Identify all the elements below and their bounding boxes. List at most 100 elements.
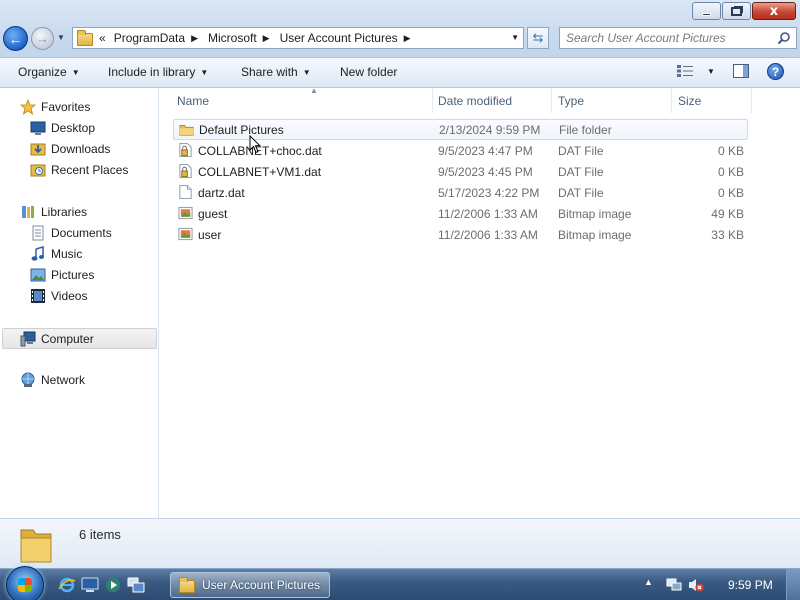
- change-view-button[interactable]: ▼: [677, 65, 715, 77]
- search-icon[interactable]: [777, 31, 791, 45]
- start-button[interactable]: [6, 566, 44, 600]
- chevron-right-icon[interactable]: ▶: [261, 33, 276, 44]
- organize-label: Organize: [18, 65, 67, 79]
- help-button[interactable]: ?: [767, 63, 784, 80]
- command-bar: Organize ▼ Include in library ▼ Share with…: [0, 58, 800, 88]
- minimize-button[interactable]: [692, 2, 721, 20]
- minimize-icon: [702, 12, 711, 16]
- show-desktop-button[interactable]: [786, 569, 800, 600]
- nav-videos[interactable]: Videos: [30, 288, 87, 304]
- star-icon: [20, 99, 36, 115]
- refresh-icon: ⇆: [532, 30, 544, 45]
- file-size: 0 KB: [717, 185, 744, 200]
- window-controls: x: [691, 2, 796, 20]
- bitmap-icon: [178, 206, 193, 220]
- nav-music-label: Music: [51, 247, 83, 261]
- file-row[interactable]: COLLABNET+VM1.dat 9/5/2023 4:45 PM DAT F…: [173, 161, 748, 182]
- recent-pages-dropdown-icon[interactable]: ▼: [57, 33, 65, 42]
- internet-explorer-icon[interactable]: [58, 577, 76, 593]
- nav-downloads-label: Downloads: [51, 142, 111, 156]
- blank-file-icon: [179, 184, 192, 200]
- nav-network[interactable]: Network: [20, 372, 85, 388]
- chevron-down-icon[interactable]: ▼: [707, 67, 715, 76]
- file-size: 33 KB: [711, 227, 744, 242]
- preview-pane-button[interactable]: [733, 64, 749, 78]
- file-row[interactable]: guest 11/2/2006 1:33 AM Bitmap image 49 …: [173, 203, 748, 224]
- sort-ascending-icon: ▲: [310, 86, 318, 95]
- share-with-menu[interactable]: Share with ▼: [241, 65, 311, 79]
- chevron-down-icon[interactable]: ▼: [511, 33, 519, 42]
- nav-favorites[interactable]: Favorites: [20, 99, 90, 115]
- new-folder-label: New folder: [340, 65, 398, 79]
- volume-muted-icon[interactable]: [688, 577, 704, 593]
- nav-downloads[interactable]: Downloads: [30, 141, 110, 157]
- views-icon: [677, 65, 693, 77]
- new-folder-button[interactable]: New folder: [340, 65, 397, 79]
- nav-documents[interactable]: Documents: [30, 225, 112, 241]
- nav-computer[interactable]: Computer: [2, 328, 157, 349]
- taskbar-window-title: User Account Pictures: [202, 578, 321, 592]
- nav-music[interactable]: Music: [30, 246, 82, 262]
- nav-desktop[interactable]: Desktop: [30, 120, 95, 136]
- breadcrumb-microsoft[interactable]: Microsoft: [204, 31, 261, 45]
- organize-menu[interactable]: Organize ▼: [18, 65, 80, 79]
- maximize-icon: [731, 6, 742, 16]
- chevron-down-icon: ▼: [302, 68, 311, 77]
- column-header-size[interactable]: Size: [672, 88, 752, 113]
- item-count: 6 items: [79, 527, 121, 542]
- breadcrumb-programdata[interactable]: ProgramData: [110, 31, 189, 45]
- maximize-button[interactable]: [722, 2, 751, 20]
- taskbar-window-button[interactable]: User Account Pictures: [170, 572, 330, 598]
- recent-places-icon: [30, 164, 46, 177]
- file-date: 9/5/2023 4:45 PM: [438, 164, 533, 179]
- include-in-library-label: Include in library: [108, 65, 196, 79]
- refresh-button[interactable]: ⇆: [527, 27, 549, 49]
- file-type: DAT File: [558, 143, 604, 158]
- show-hidden-icons-button[interactable]: ▲: [644, 577, 653, 587]
- bitmap-icon: [178, 227, 193, 241]
- file-date: 2/13/2024 9:59 PM: [439, 122, 541, 137]
- column-header-date-modified[interactable]: Date modified: [432, 88, 552, 113]
- nav-libraries[interactable]: Libraries: [20, 204, 87, 220]
- back-button[interactable]: ←: [3, 26, 28, 51]
- search-input[interactable]: [566, 31, 766, 45]
- explorer-quicklaunch-icon[interactable]: [81, 577, 99, 593]
- file-type: Bitmap image: [558, 206, 632, 221]
- chevron-down-icon: ▼: [71, 68, 80, 77]
- forward-button[interactable]: →: [31, 27, 54, 50]
- nav-documents-label: Documents: [51, 226, 112, 240]
- file-name: guest: [198, 206, 228, 221]
- nav-recent-places[interactable]: Recent Places: [30, 162, 128, 178]
- file-type: File folder: [559, 122, 612, 137]
- breadcrumb-overflow[interactable]: «: [93, 31, 110, 45]
- breadcrumb-user-account-pictures[interactable]: User Account Pictures: [276, 31, 402, 45]
- media-player-icon[interactable]: [104, 577, 122, 593]
- nav-pictures[interactable]: Pictures: [30, 267, 94, 283]
- system-clock[interactable]: 9:59 PM: [728, 578, 773, 592]
- include-in-library-menu[interactable]: Include in library ▼: [108, 65, 208, 79]
- column-header-name[interactable]: Name ▲: [171, 86, 433, 113]
- close-button[interactable]: x: [752, 2, 796, 20]
- file-row[interactable]: user 11/2/2006 1:33 AM Bitmap image 33 K…: [173, 224, 748, 245]
- file-size: 0 KB: [717, 164, 744, 179]
- nav-pictures-label: Pictures: [51, 268, 95, 282]
- chevron-right-icon[interactable]: ▶: [189, 33, 204, 44]
- file-type: Bitmap image: [558, 227, 632, 242]
- network-status-icon[interactable]: [666, 578, 682, 592]
- switch-windows-icon[interactable]: [127, 577, 145, 593]
- locked-file-icon: [179, 142, 192, 158]
- address-bar[interactable]: « ProgramData ▶ Microsoft ▶ User Account…: [72, 27, 524, 49]
- mouse-cursor-icon: [249, 135, 261, 154]
- column-header-size-label: Size: [678, 93, 702, 108]
- file-type: DAT File: [558, 185, 604, 200]
- folder-icon: [179, 124, 194, 136]
- details-pane: 6 items: [0, 518, 800, 568]
- file-name: Default Pictures: [199, 122, 284, 137]
- column-header-type[interactable]: Type: [552, 88, 672, 113]
- music-icon: [31, 246, 44, 261]
- pictures-icon: [30, 268, 46, 282]
- file-row[interactable]: dartz.dat 5/17/2023 4:22 PM DAT File 0 K…: [173, 182, 748, 203]
- column-header-name-label: Name: [177, 93, 210, 108]
- search-box[interactable]: [559, 27, 797, 49]
- chevron-right-icon[interactable]: ▶: [402, 33, 417, 44]
